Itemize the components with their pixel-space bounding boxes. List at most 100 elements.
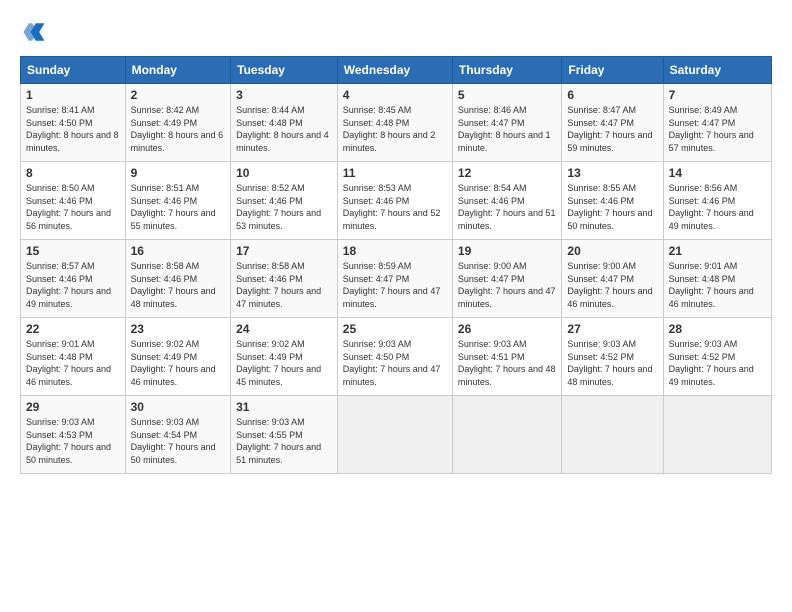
day-number: 6 (567, 88, 657, 102)
empty-cell (663, 396, 771, 474)
daylight-label: Daylight: 7 hours and 49 minutes. (669, 364, 754, 387)
day-info: Sunrise: 8:55 AM Sunset: 4:46 PM Dayligh… (567, 182, 657, 232)
daylight-label: Daylight: 7 hours and 47 minutes. (343, 286, 441, 309)
day-cell-2: 2 Sunrise: 8:42 AM Sunset: 4:49 PM Dayli… (125, 84, 231, 162)
sunrise-label: Sunrise: 9:01 AM (669, 261, 738, 271)
daylight-label: Daylight: 7 hours and 46 minutes. (567, 286, 652, 309)
daylight-label: Daylight: 7 hours and 48 minutes. (567, 364, 652, 387)
sunrise-label: Sunrise: 9:02 AM (236, 339, 305, 349)
day-cell-14: 14 Sunrise: 8:56 AM Sunset: 4:46 PM Dayl… (663, 162, 771, 240)
day-cell-30: 30 Sunrise: 9:03 AM Sunset: 4:54 PM Dayl… (125, 396, 231, 474)
daylight-label: Daylight: 8 hours and 6 minutes. (131, 130, 224, 153)
sunset-label: Sunset: 4:47 PM (343, 274, 410, 284)
sunrise-label: Sunrise: 8:49 AM (669, 105, 738, 115)
day-cell-3: 3 Sunrise: 8:44 AM Sunset: 4:48 PM Dayli… (231, 84, 338, 162)
sunset-label: Sunset: 4:50 PM (26, 118, 93, 128)
sunset-label: Sunset: 4:53 PM (26, 430, 93, 440)
day-info: Sunrise: 8:51 AM Sunset: 4:46 PM Dayligh… (131, 182, 226, 232)
day-info: Sunrise: 9:03 AM Sunset: 4:53 PM Dayligh… (26, 416, 120, 466)
day-number: 18 (343, 244, 447, 258)
daylight-label: Daylight: 7 hours and 51 minutes. (458, 208, 556, 231)
sunrise-label: Sunrise: 9:00 AM (458, 261, 527, 271)
col-header-wednesday: Wednesday (337, 57, 452, 84)
day-cell-24: 24 Sunrise: 9:02 AM Sunset: 4:49 PM Dayl… (231, 318, 338, 396)
sunrise-label: Sunrise: 8:51 AM (131, 183, 200, 193)
day-cell-17: 17 Sunrise: 8:58 AM Sunset: 4:46 PM Dayl… (231, 240, 338, 318)
day-cell-25: 25 Sunrise: 9:03 AM Sunset: 4:50 PM Dayl… (337, 318, 452, 396)
day-info: Sunrise: 8:44 AM Sunset: 4:48 PM Dayligh… (236, 104, 332, 154)
daylight-label: Daylight: 7 hours and 47 minutes. (343, 364, 441, 387)
page-container: SundayMondayTuesdayWednesdayThursdayFrid… (0, 0, 792, 486)
day-number: 23 (131, 322, 226, 336)
day-number: 31 (236, 400, 332, 414)
day-number: 10 (236, 166, 332, 180)
sunrise-label: Sunrise: 8:56 AM (669, 183, 738, 193)
sunset-label: Sunset: 4:54 PM (131, 430, 198, 440)
daylight-label: Daylight: 7 hours and 49 minutes. (669, 208, 754, 231)
day-cell-23: 23 Sunrise: 9:02 AM Sunset: 4:49 PM Dayl… (125, 318, 231, 396)
sunrise-label: Sunrise: 8:59 AM (343, 261, 412, 271)
sunset-label: Sunset: 4:46 PM (26, 274, 93, 284)
daylight-label: Daylight: 7 hours and 53 minutes. (236, 208, 321, 231)
sunrise-label: Sunrise: 9:03 AM (669, 339, 738, 349)
sunset-label: Sunset: 4:52 PM (567, 352, 634, 362)
day-cell-10: 10 Sunrise: 8:52 AM Sunset: 4:46 PM Dayl… (231, 162, 338, 240)
week-row-4: 22 Sunrise: 9:01 AM Sunset: 4:48 PM Dayl… (21, 318, 772, 396)
day-number: 24 (236, 322, 332, 336)
day-number: 15 (26, 244, 120, 258)
col-header-monday: Monday (125, 57, 231, 84)
day-cell-6: 6 Sunrise: 8:47 AM Sunset: 4:47 PM Dayli… (562, 84, 663, 162)
daylight-label: Daylight: 7 hours and 50 minutes. (26, 442, 111, 465)
sunset-label: Sunset: 4:51 PM (458, 352, 525, 362)
sunset-label: Sunset: 4:46 PM (236, 274, 303, 284)
day-number: 8 (26, 166, 120, 180)
sunrise-label: Sunrise: 8:52 AM (236, 183, 305, 193)
sunrise-label: Sunrise: 8:58 AM (236, 261, 305, 271)
daylight-label: Daylight: 7 hours and 56 minutes. (26, 208, 111, 231)
daylight-label: Daylight: 7 hours and 50 minutes. (567, 208, 652, 231)
day-number: 14 (669, 166, 766, 180)
sunrise-label: Sunrise: 9:03 AM (131, 417, 200, 427)
day-info: Sunrise: 9:02 AM Sunset: 4:49 PM Dayligh… (236, 338, 332, 388)
day-info: Sunrise: 9:02 AM Sunset: 4:49 PM Dayligh… (131, 338, 226, 388)
empty-cell (562, 396, 663, 474)
day-info: Sunrise: 9:00 AM Sunset: 4:47 PM Dayligh… (458, 260, 556, 310)
day-info: Sunrise: 8:58 AM Sunset: 4:46 PM Dayligh… (131, 260, 226, 310)
day-cell-11: 11 Sunrise: 8:53 AM Sunset: 4:46 PM Dayl… (337, 162, 452, 240)
sunrise-label: Sunrise: 8:53 AM (343, 183, 412, 193)
day-cell-27: 27 Sunrise: 9:03 AM Sunset: 4:52 PM Dayl… (562, 318, 663, 396)
sunset-label: Sunset: 4:49 PM (131, 118, 198, 128)
day-info: Sunrise: 8:41 AM Sunset: 4:50 PM Dayligh… (26, 104, 120, 154)
sunset-label: Sunset: 4:46 PM (26, 196, 93, 206)
day-number: 20 (567, 244, 657, 258)
daylight-label: Daylight: 7 hours and 45 minutes. (236, 364, 321, 387)
sunset-label: Sunset: 4:47 PM (567, 274, 634, 284)
day-number: 5 (458, 88, 556, 102)
sunset-label: Sunset: 4:47 PM (669, 118, 736, 128)
day-info: Sunrise: 8:56 AM Sunset: 4:46 PM Dayligh… (669, 182, 766, 232)
daylight-label: Daylight: 8 hours and 1 minute. (458, 130, 551, 153)
sunrise-label: Sunrise: 9:03 AM (458, 339, 527, 349)
day-number: 27 (567, 322, 657, 336)
daylight-label: Daylight: 7 hours and 48 minutes. (131, 286, 216, 309)
sunset-label: Sunset: 4:48 PM (669, 274, 736, 284)
day-info: Sunrise: 9:03 AM Sunset: 4:52 PM Dayligh… (567, 338, 657, 388)
day-info: Sunrise: 8:58 AM Sunset: 4:46 PM Dayligh… (236, 260, 332, 310)
sunrise-label: Sunrise: 8:45 AM (343, 105, 412, 115)
day-info: Sunrise: 9:00 AM Sunset: 4:47 PM Dayligh… (567, 260, 657, 310)
sunset-label: Sunset: 4:48 PM (26, 352, 93, 362)
week-row-1: 1 Sunrise: 8:41 AM Sunset: 4:50 PM Dayli… (21, 84, 772, 162)
day-number: 7 (669, 88, 766, 102)
daylight-label: Daylight: 7 hours and 46 minutes. (131, 364, 216, 387)
col-header-sunday: Sunday (21, 57, 126, 84)
day-cell-20: 20 Sunrise: 9:00 AM Sunset: 4:47 PM Dayl… (562, 240, 663, 318)
header (20, 18, 772, 46)
day-number: 17 (236, 244, 332, 258)
daylight-label: Daylight: 7 hours and 52 minutes. (343, 208, 441, 231)
daylight-label: Daylight: 7 hours and 55 minutes. (131, 208, 216, 231)
sunrise-label: Sunrise: 8:55 AM (567, 183, 636, 193)
day-info: Sunrise: 9:03 AM Sunset: 4:50 PM Dayligh… (343, 338, 447, 388)
day-number: 13 (567, 166, 657, 180)
day-info: Sunrise: 8:46 AM Sunset: 4:47 PM Dayligh… (458, 104, 556, 154)
day-number: 28 (669, 322, 766, 336)
